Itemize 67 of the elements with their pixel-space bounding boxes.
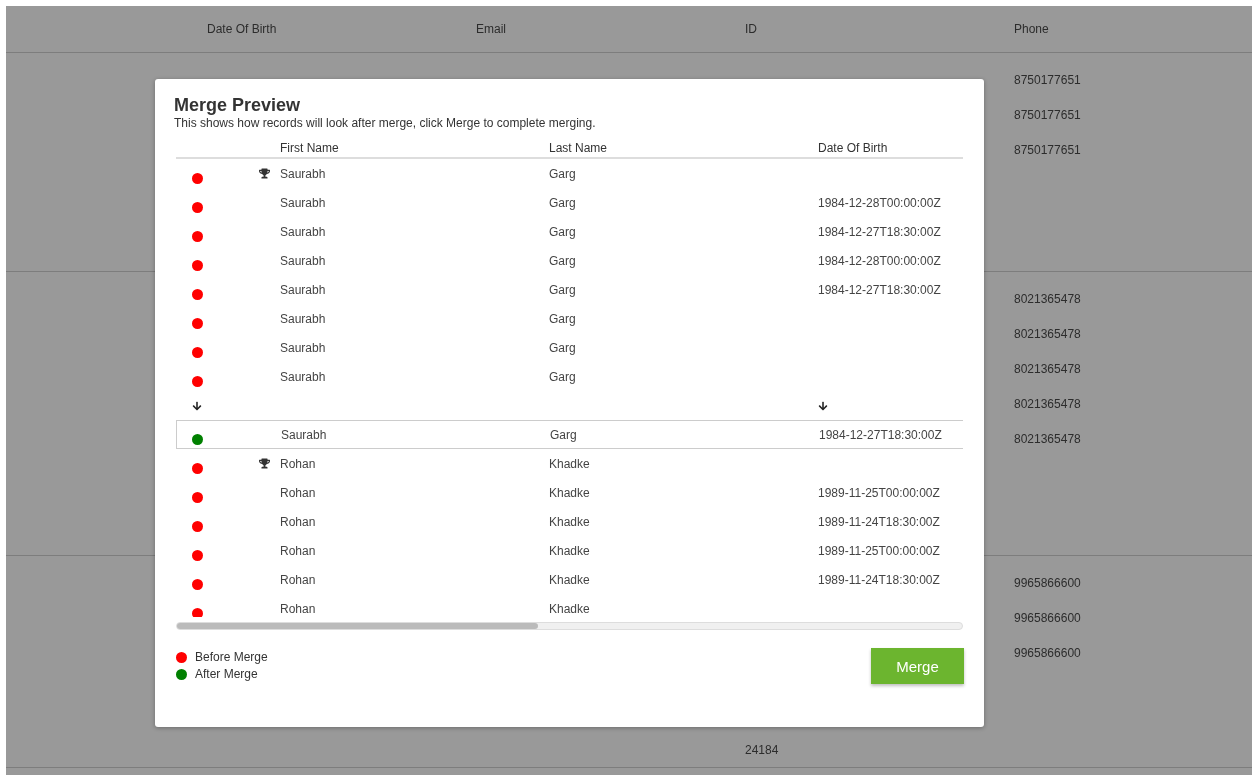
table-cell-text: Saurabh xyxy=(280,253,327,268)
column-header: Date Of Birth xyxy=(818,141,889,155)
table-cell-text: 1984-12-27T18:30:00Z xyxy=(818,224,942,239)
column-header: ID xyxy=(745,22,758,36)
dialog-title: Merge Preview xyxy=(174,94,302,116)
table-cell-text: Khadke xyxy=(549,485,591,500)
table-cell-text: Garg xyxy=(549,282,577,297)
column-header: Date Of Birth xyxy=(207,22,278,36)
table-cell-text: Saurabh xyxy=(280,195,327,210)
table-cell-text: Saurabh xyxy=(280,369,327,384)
table-cell-text: Garg xyxy=(550,427,578,442)
table-cell-text: Rohan xyxy=(280,572,317,587)
table-cell-text: Khadke xyxy=(549,543,591,558)
column-header: Email xyxy=(476,22,507,36)
table-cell-text: 1989-11-24T18:30:00Z xyxy=(818,514,941,529)
phone-cell-text: 9965866600 xyxy=(1014,575,1082,590)
phone-cell-text: 8021365478 xyxy=(1014,291,1082,306)
column-header: Phone xyxy=(1014,22,1050,36)
table-cell-text: Garg xyxy=(549,369,577,384)
arrow-down-icon xyxy=(818,400,828,411)
table-cell-text: Garg xyxy=(549,166,577,181)
table-cell-text: 1984-12-27T18:30:00Z xyxy=(818,282,942,297)
table-cell-text: Saurabh xyxy=(280,166,327,181)
table-cell-text: 1989-11-25T00:00:00Z xyxy=(818,543,941,558)
table-cell-text: Saurabh xyxy=(280,224,327,239)
table-cell-text: Garg xyxy=(549,195,577,210)
table-cell-text: Saurabh xyxy=(280,340,327,355)
table-cell-text: Rohan xyxy=(280,485,317,500)
merge-button[interactable]: Merge xyxy=(871,648,964,684)
phone-cell-text: 8750177651 xyxy=(1014,107,1082,122)
phone-cell-text: 8021365478 xyxy=(1014,326,1082,341)
table-cell-text: Rohan xyxy=(280,456,317,471)
table-cell-text: Rohan xyxy=(280,514,317,529)
table-cell-text: Garg xyxy=(549,340,577,355)
phone-cell-text: 9965866600 xyxy=(1014,610,1082,625)
table-cell-text: Rohan xyxy=(280,543,317,558)
phone-cell-text: 8021365478 xyxy=(1014,361,1082,376)
table-cell-text: 1984-12-27T18:30:00Z xyxy=(819,427,943,442)
table-cell-text: Khadke xyxy=(549,456,591,471)
table-cell-text: 1984-12-28T00:00:00Z xyxy=(818,253,942,268)
table-cell-text: 1989-11-24T18:30:00Z xyxy=(818,572,941,587)
scrollbar-thumb[interactable] xyxy=(177,623,539,629)
table-cell-text: Rohan xyxy=(280,601,317,616)
column-header: Last Name xyxy=(549,141,609,155)
table-cell-text: Khadke xyxy=(549,601,591,616)
phone-cell-text: 9965866600 xyxy=(1014,645,1082,660)
arrow-down-icon xyxy=(192,400,202,411)
table-cell-text: Garg xyxy=(549,253,577,268)
table-cell-text: Garg xyxy=(549,311,577,326)
table-cell-text: Khadke xyxy=(549,514,591,529)
table-cell-text: Saurabh xyxy=(280,311,327,326)
column-header: First Name xyxy=(280,141,340,155)
phone-cell-text: 8750177651 xyxy=(1014,142,1082,157)
table-cell-text: Garg xyxy=(549,224,577,239)
legend-label: Before Merge xyxy=(195,650,268,664)
phone-cell-text: 8021365478 xyxy=(1014,431,1082,446)
table-cell-text: 1984-12-28T00:00:00Z xyxy=(818,195,942,210)
id-cell-text: 24184 xyxy=(745,742,780,757)
phone-cell-text: 8750177651 xyxy=(1014,72,1082,87)
phone-cell-text: 8021365478 xyxy=(1014,396,1082,411)
table-cell-text: Saurabh xyxy=(281,427,328,442)
table-cell-text: Saurabh xyxy=(280,282,327,297)
horizontal-scrollbar[interactable] xyxy=(176,622,963,630)
table-cell-text: Khadke xyxy=(549,572,591,587)
legend-label: After Merge xyxy=(195,667,258,681)
dialog-subtitle: This shows how records will look after merge, click Merge to complete merging. xyxy=(174,116,597,131)
table-cell-text: 1989-11-25T00:00:00Z xyxy=(818,485,941,500)
